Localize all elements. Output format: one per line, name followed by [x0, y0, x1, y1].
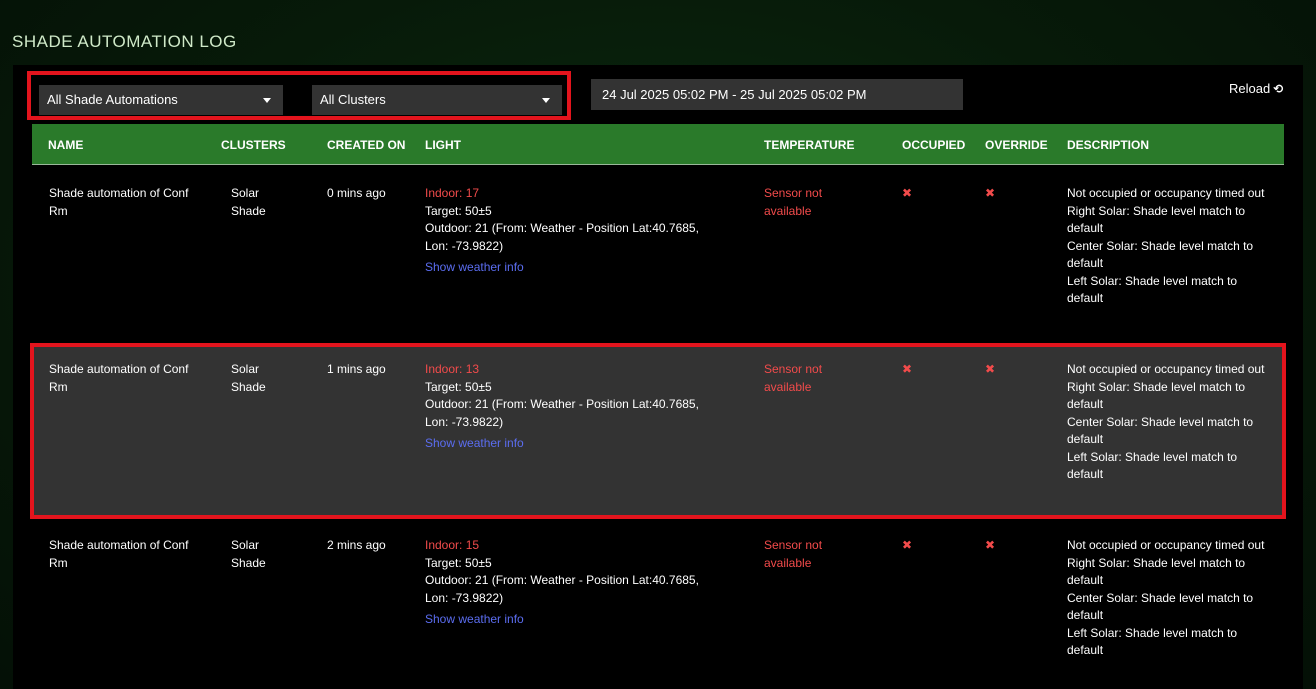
show-weather-info-link[interactable]: Show weather info — [425, 435, 725, 453]
row-description: Not occupied or occupancy timed out Righ… — [1067, 361, 1267, 484]
override-no-icon: ✖ — [985, 538, 996, 552]
description-line: Not occupied or occupancy timed out — [1067, 362, 1265, 376]
description-line: Right Solar: Shade level match to defaul… — [1067, 379, 1246, 412]
reload-icon: ⟲ — [1273, 81, 1284, 96]
row-light: Indoor: 15 Target: 50±5 Outdoor: 21 (Fro… — [425, 537, 725, 629]
table-row[interactable]: Shade automation of Conf Rm Solar Shade … — [32, 537, 1284, 687]
row-name: Shade automation of Conf Rm — [49, 362, 189, 394]
description-line: Right Solar: Shade level match to defaul… — [1067, 203, 1246, 236]
light-target: Target: 50±5 — [425, 379, 492, 394]
outdoor-light-value: Outdoor: 21 (From: Weather - Position La… — [425, 397, 699, 429]
row-created: 2 mins ago — [327, 538, 386, 552]
description-line: Not occupied or occupancy timed out — [1067, 538, 1265, 552]
row-cluster: Solar Shade — [231, 538, 266, 570]
automation-filter-label: All Shade Automations — [47, 92, 178, 107]
description-line: Not occupied or occupancy timed out — [1067, 186, 1265, 200]
override-no-icon: ✖ — [985, 186, 996, 200]
filter-group: All Shade Automations All Clusters — [27, 71, 571, 120]
row-cluster: Solar Shade — [231, 186, 266, 218]
column-header-description[interactable]: DESCRIPTION — [1067, 138, 1149, 152]
cluster-filter-label: All Clusters — [320, 92, 386, 107]
occupied-no-icon: ✖ — [902, 186, 913, 200]
occupied-no-icon: ✖ — [902, 538, 913, 552]
row-light: Indoor: 17 Target: 50±5 Outdoor: 21 (Fro… — [425, 185, 725, 277]
date-range-picker[interactable]: 24 Jul 2025 05:02 PM - 25 Jul 2025 05:02… — [591, 79, 963, 110]
page-title: SHADE AUTOMATION LOG — [12, 32, 237, 51]
row-light: Indoor: 13 Target: 50±5 Outdoor: 21 (Fro… — [425, 361, 725, 453]
column-header-light[interactable]: LIGHT — [425, 138, 461, 152]
table-header: NAME CLUSTERS CREATED ON LIGHT TEMPERATU… — [32, 124, 1284, 165]
outdoor-light-value: Outdoor: 21 (From: Weather - Position La… — [425, 221, 699, 253]
indoor-light-value: Indoor: 17 — [425, 186, 480, 200]
description-line: Right Solar: Shade level match to defaul… — [1067, 555, 1246, 588]
indoor-light-value: Indoor: 15 — [425, 538, 480, 552]
column-header-occupied[interactable]: OCCUPIED — [902, 138, 965, 152]
column-header-name[interactable]: NAME — [48, 138, 83, 152]
table-row-highlighted[interactable]: Shade automation of Conf Rm Solar Shade … — [30, 343, 1286, 519]
description-line: Left Solar: Shade level match to default — [1067, 273, 1238, 306]
row-name: Shade automation of Conf Rm — [49, 538, 189, 570]
override-no-icon: ✖ — [985, 362, 996, 376]
cluster-filter-dropdown[interactable]: All Clusters — [312, 85, 562, 115]
row-created: 0 mins ago — [327, 186, 386, 200]
table-row[interactable]: Shade automation of Conf Rm Solar Shade … — [32, 185, 1284, 345]
row-name: Shade automation of Conf Rm — [49, 186, 189, 218]
row-temperature: Sensor not available — [764, 538, 823, 570]
log-panel: All Shade Automations All Clusters 24 Ju… — [13, 65, 1303, 689]
column-header-temperature[interactable]: TEMPERATURE — [764, 138, 854, 152]
outdoor-light-value: Outdoor: 21 (From: Weather - Position La… — [425, 573, 699, 605]
description-line: Left Solar: Shade level match to default — [1067, 449, 1238, 482]
reload-button[interactable]: Reload ⟲ — [1229, 81, 1283, 96]
row-temperature: Sensor not available — [764, 362, 823, 394]
show-weather-info-link[interactable]: Show weather info — [425, 259, 725, 277]
row-temperature: Sensor not available — [764, 186, 823, 218]
row-cluster: Solar Shade — [231, 362, 266, 394]
row-created: 1 mins ago — [327, 362, 386, 376]
row-description: Not occupied or occupancy timed out Righ… — [1067, 185, 1267, 308]
description-line: Center Solar: Shade level match to defau… — [1067, 238, 1254, 271]
light-target: Target: 50±5 — [425, 555, 492, 570]
show-weather-info-link[interactable]: Show weather info — [425, 611, 725, 629]
column-header-override[interactable]: OVERRIDE — [985, 138, 1048, 152]
occupied-no-icon: ✖ — [902, 362, 913, 376]
row-description: Not occupied or occupancy timed out Righ… — [1067, 537, 1267, 660]
description-line: Center Solar: Shade level match to defau… — [1067, 590, 1254, 623]
indoor-light-value: Indoor: 13 — [425, 362, 480, 376]
description-line: Center Solar: Shade level match to defau… — [1067, 414, 1254, 447]
light-target: Target: 50±5 — [425, 203, 492, 218]
reload-label: Reload — [1229, 81, 1271, 96]
column-header-created-on[interactable]: CREATED ON — [327, 138, 405, 152]
chevron-down-icon — [263, 98, 271, 103]
automation-filter-dropdown[interactable]: All Shade Automations — [39, 85, 283, 115]
chevron-down-icon — [542, 98, 550, 103]
column-header-clusters[interactable]: CLUSTERS — [221, 138, 286, 152]
description-line: Left Solar: Shade level match to default — [1067, 625, 1238, 658]
